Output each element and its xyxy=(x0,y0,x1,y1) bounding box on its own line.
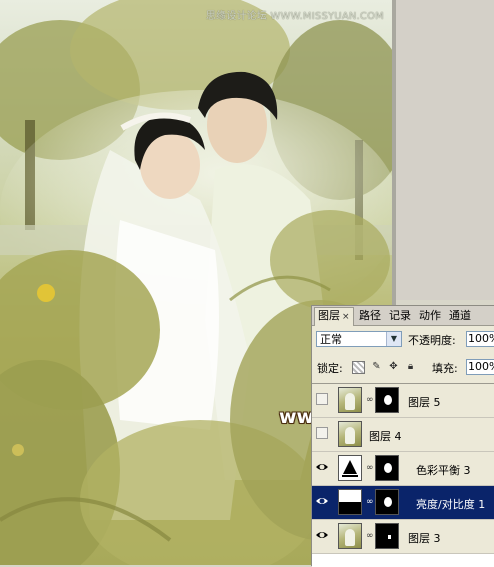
link-icon[interactable]: ∞ xyxy=(366,531,374,541)
layer-thumbnail[interactable] xyxy=(338,387,362,413)
mask-thumbnail[interactable] xyxy=(375,489,399,515)
layer-row-selected[interactable]: ∞ 亮度/对比度 1 xyxy=(312,486,494,520)
layer-row[interactable]: 图层 4 xyxy=(312,418,494,452)
eye-icon[interactable] xyxy=(316,495,328,507)
mask-thumbnail[interactable] xyxy=(375,387,399,413)
tab-layers[interactable]: 图层 × xyxy=(314,307,354,326)
visibility-toggle[interactable] xyxy=(316,427,328,439)
blend-mode-value: 正常 xyxy=(320,333,342,346)
chevron-down-icon[interactable]: ▼ xyxy=(386,332,401,346)
tab-channels[interactable]: 通道 xyxy=(446,308,474,324)
brightness-contrast-icon[interactable] xyxy=(338,489,362,515)
mask-thumbnail[interactable] xyxy=(375,523,399,549)
tab-layers-label: 图层 xyxy=(318,309,340,322)
lock-icons: ✎ ✥ 🔒︎ xyxy=(352,361,416,374)
tab-actions[interactable]: 动作 xyxy=(416,308,444,324)
tab-history[interactable]: 记录 xyxy=(386,308,414,324)
layer-name[interactable]: 图层 4 xyxy=(369,428,402,444)
lock-transparency-icon[interactable] xyxy=(352,361,365,374)
panel-tabs: 图层 × 路径 记录 动作 通道 xyxy=(312,306,494,326)
mask-thumbnail[interactable] xyxy=(375,455,399,481)
eye-icon[interactable] xyxy=(316,529,328,541)
layer-thumbnail[interactable] xyxy=(338,421,362,447)
eye-icon[interactable] xyxy=(316,461,328,473)
watermark-top: 思缘设计论坛 WWW.MISSYUAN.COM xyxy=(205,11,384,22)
layer-name[interactable]: 亮度/对比度 1 xyxy=(416,496,485,512)
lock-brush-icon[interactable]: ✎ xyxy=(371,361,382,372)
link-icon[interactable]: ∞ xyxy=(366,463,374,473)
blend-row: 正常 ▼ 不透明度: 100% xyxy=(312,331,494,349)
link-icon[interactable]: ∞ xyxy=(366,497,374,507)
layer-row[interactable]: ∞ 图层 5 xyxy=(312,384,494,418)
tab-paths[interactable]: 路径 xyxy=(356,308,384,324)
workspace-background xyxy=(392,0,494,300)
link-icon[interactable]: ∞ xyxy=(366,395,374,405)
layer-name[interactable]: 图层 3 xyxy=(408,530,441,546)
layer-thumbnail[interactable] xyxy=(338,523,362,549)
layer-name[interactable]: 色彩平衡 3 xyxy=(416,462,471,478)
lock-label: 锁定: xyxy=(317,362,343,375)
fill-label: 填充: xyxy=(432,362,458,375)
lock-move-icon[interactable]: ✥ xyxy=(388,361,399,372)
visibility-toggle[interactable] xyxy=(316,393,328,405)
color-balance-icon[interactable] xyxy=(338,455,362,481)
tab-close-icon[interactable]: × xyxy=(342,312,350,322)
opacity-input[interactable]: 100% xyxy=(466,331,494,347)
layer-list: ∞ 图层 5 图层 4 ∞ 色彩平衡 3 ∞ 亮度/对比度 1 ∞ 图层 3 xyxy=(312,383,494,567)
lock-row: 锁定: ✎ ✥ 🔒︎ 填充: 100% xyxy=(312,358,494,376)
lock-all-icon[interactable]: 🔒︎ xyxy=(405,361,416,372)
layer-name[interactable]: 图层 5 xyxy=(408,394,441,410)
layer-row[interactable]: ∞ 色彩平衡 3 xyxy=(312,452,494,486)
fill-input[interactable]: 100% xyxy=(466,359,494,375)
layer-row[interactable]: ∞ 图层 3 xyxy=(312,520,494,554)
blend-mode-select[interactable]: 正常 ▼ xyxy=(316,331,402,347)
layers-panel: 图层× 路径 记录 动作 通道 正常 ▼ 不透明度: 100% 锁定: ✎ ✥ … xyxy=(311,305,494,567)
opacity-label: 不透明度: xyxy=(408,334,456,347)
